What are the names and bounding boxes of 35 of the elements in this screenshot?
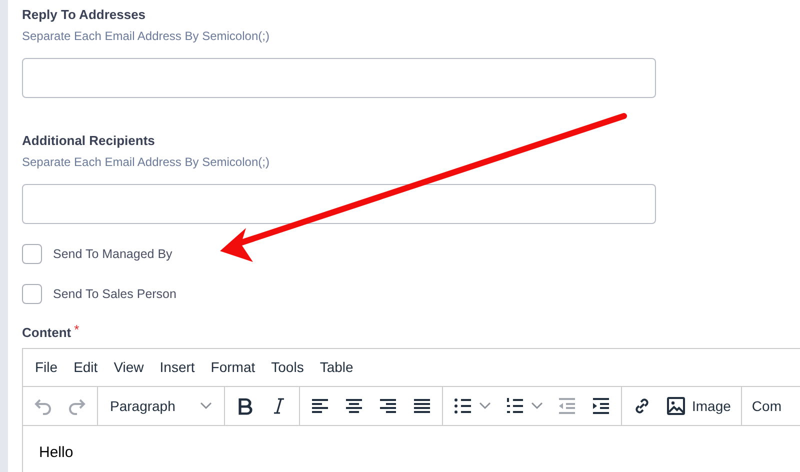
image-button[interactable]: Image bbox=[660, 391, 737, 421]
menu-item[interactable]: Insert bbox=[152, 357, 203, 378]
paragraph-select[interactable]: Paragraph bbox=[102, 391, 220, 421]
menu-item[interactable]: Format bbox=[202, 357, 264, 378]
outdent-icon bbox=[557, 396, 577, 416]
align-right-icon bbox=[378, 396, 398, 416]
checkbox[interactable] bbox=[22, 284, 42, 304]
chevron-icon bbox=[479, 402, 491, 410]
bullet-list-icon bbox=[453, 396, 473, 416]
field-label: Additional Recipients bbox=[22, 132, 156, 150]
justify-icon bbox=[412, 396, 432, 416]
align-left-icon bbox=[310, 396, 330, 416]
checkbox-label: Send To Managed By bbox=[53, 246, 172, 263]
checkbox-label: Send To Sales Person bbox=[53, 286, 176, 303]
editor-text: Hello bbox=[39, 444, 74, 461]
numbered-list-icon bbox=[505, 396, 525, 416]
menu-item[interactable]: View bbox=[106, 357, 152, 378]
menu-item[interactable]: Tools bbox=[263, 357, 312, 378]
align-center-icon bbox=[344, 396, 364, 416]
menu-item[interactable]: Edit bbox=[66, 357, 106, 378]
input-field[interactable] bbox=[22, 184, 656, 224]
field-label: Content bbox=[22, 324, 72, 342]
input-field[interactable] bbox=[22, 58, 656, 98]
menu-item[interactable]: Table bbox=[312, 357, 362, 378]
menu-item[interactable]: File bbox=[27, 357, 66, 378]
chevron-icon bbox=[200, 402, 212, 410]
field-hint: Separate Each Email Address By Semicolon(;) bbox=[22, 154, 270, 170]
image-icon bbox=[666, 396, 686, 416]
required-asterisk: * bbox=[74, 324, 80, 336]
toolbar-button[interactable]: Com bbox=[746, 391, 788, 421]
checkbox[interactable] bbox=[22, 244, 42, 264]
field-label: Reply To Addresses bbox=[22, 6, 147, 24]
field-hint: Separate Each Email Address By Semicolon(;) bbox=[22, 28, 270, 44]
indent-icon bbox=[591, 396, 611, 416]
chevron-icon bbox=[531, 402, 543, 410]
